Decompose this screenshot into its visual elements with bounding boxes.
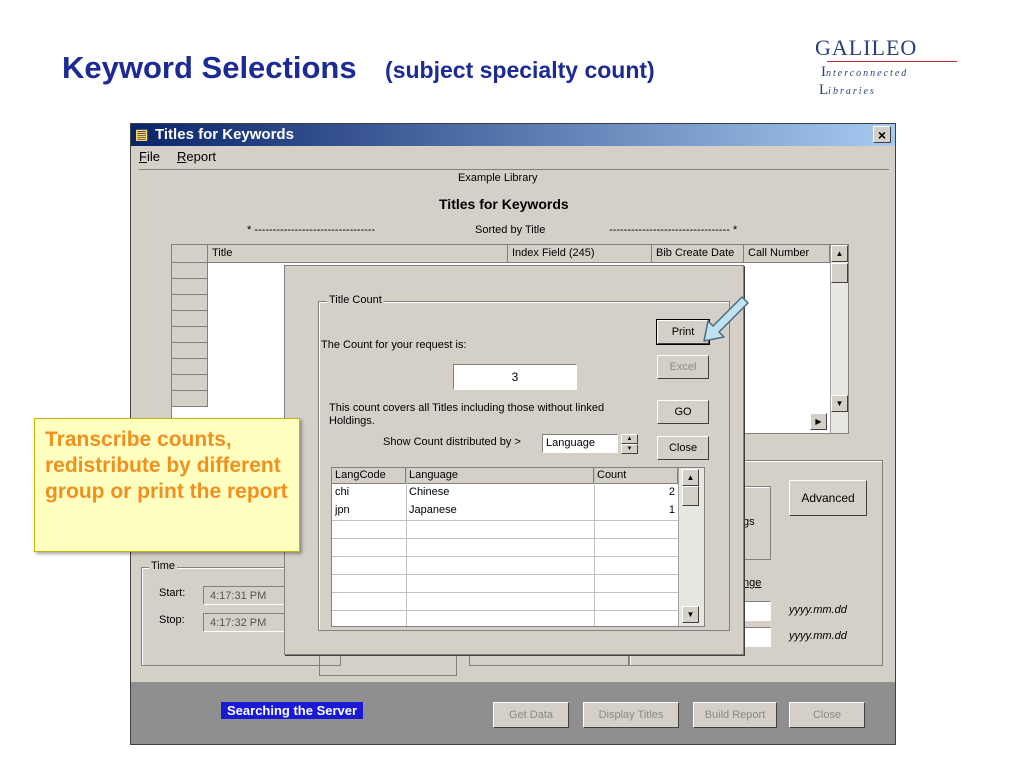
galileo-logo: GALILEO Interconnected Libraries	[815, 35, 965, 98]
scroll-up-icon[interactable]: ▲	[831, 245, 848, 262]
scroll-right-icon[interactable]: ▶	[810, 413, 827, 430]
table-cell-langcode[interactable]: chi	[332, 485, 406, 501]
row-divider	[332, 556, 678, 557]
menu-file[interactable]: File	[139, 149, 160, 164]
excel-button[interactable]: Excel	[657, 355, 709, 379]
sort-decoration-right: --------------------------------- *	[609, 224, 738, 236]
table-cell-count[interactable]: 1	[594, 503, 678, 519]
window-title: Titles for Keywords	[155, 126, 294, 143]
hidden-group-outline	[469, 656, 629, 666]
time-legend: Time	[149, 560, 178, 572]
sort-label: Sorted by Title	[475, 224, 546, 236]
table-vertical-scrollbar[interactable]: ▲ ▼	[678, 468, 704, 626]
build-report-button[interactable]: Build Report	[693, 702, 777, 728]
row-header[interactable]	[172, 391, 208, 407]
go-button[interactable]: GO	[657, 400, 709, 424]
date-range-link[interactable]: nge	[743, 577, 761, 589]
annotation-callout: Transcribe counts, redistribute by diffe…	[34, 418, 300, 552]
logo-rule	[827, 61, 957, 62]
row-divider	[332, 538, 678, 539]
row-divider	[332, 520, 678, 521]
start-time-field: 4:17:31 PM	[203, 586, 287, 605]
distribute-by-field[interactable]: Language	[542, 434, 618, 453]
title-count-legend: Title Count	[327, 294, 384, 306]
distribute-label: Show Count distributed by >	[383, 436, 521, 448]
title-count-dialog: Title Count The Count for your request i…	[284, 265, 744, 655]
report-heading: Titles for Keywords	[439, 196, 569, 212]
library-name: Example Library	[458, 172, 538, 184]
app-icon: ▤	[135, 126, 149, 142]
col-header-index-field[interactable]: Index Field (245)	[508, 245, 652, 263]
end-date-input[interactable]	[743, 627, 771, 647]
get-data-button[interactable]: Get Data	[493, 702, 569, 728]
distribute-by-value: Language	[546, 437, 595, 449]
table-cell-language[interactable]: Japanese	[406, 503, 594, 519]
slide-title-main: Keyword Selections	[62, 50, 357, 85]
scroll-up-icon[interactable]: ▲	[682, 469, 699, 486]
date-format-hint-2: yyyy.mm.dd	[789, 630, 847, 642]
scroll-down-icon[interactable]: ▼	[682, 606, 699, 623]
count-note: This count covers all Titles including t…	[329, 402, 605, 427]
row-header[interactable]	[172, 279, 208, 295]
row-header[interactable]	[172, 311, 208, 327]
dialog-close-button[interactable]: Close	[657, 436, 709, 460]
hidden-group-outline	[319, 656, 457, 676]
logo-line-3: Libraries	[819, 82, 876, 98]
spin-down-icon[interactable]: ▼	[621, 444, 638, 454]
scroll-down-icon[interactable]: ▼	[831, 395, 848, 412]
row-header[interactable]	[172, 375, 208, 391]
table-cell-language[interactable]: Chinese	[406, 485, 594, 501]
row-divider	[332, 592, 678, 593]
menu-bar: File Report	[131, 147, 895, 167]
row-header[interactable]	[172, 327, 208, 343]
count-prompt: The Count for your request is:	[321, 339, 467, 351]
scroll-thumb[interactable]	[682, 486, 699, 506]
start-time-label: Start:	[159, 587, 186, 599]
scroll-thumb[interactable]	[831, 263, 848, 283]
col-header-bib-create-date[interactable]: Bib Create Date	[652, 245, 744, 263]
col-header-title[interactable]: Title	[208, 245, 508, 263]
slide-subtitle: (subject specialty count)	[385, 57, 655, 83]
logo-wordmark: GALILEO	[815, 35, 918, 60]
count-value-field: 3	[453, 364, 577, 390]
col-header-count[interactable]: Count	[594, 468, 678, 484]
close-button[interactable]: Close	[789, 702, 865, 728]
row-divider	[332, 610, 678, 611]
date-format-hint-1: yyyy.mm.dd	[789, 604, 847, 616]
table-cell-langcode[interactable]: jpn	[332, 503, 406, 519]
language-count-table[interactable]: LangCode Language Count chi Chinese 2 jp…	[331, 467, 705, 627]
slide-title: Keyword Selections (subject specialty co…	[62, 50, 655, 86]
spin-up-icon[interactable]: ▲	[621, 434, 638, 444]
window-close-button[interactable]: ×	[873, 126, 891, 143]
start-date-input[interactable]	[743, 601, 771, 621]
col-header-call-number[interactable]: Call Number	[744, 245, 830, 263]
table-cell-count[interactable]: 2	[594, 485, 678, 501]
title-bar[interactable]: ▤ Titles for Keywords ×	[131, 124, 895, 146]
row-divider	[332, 574, 678, 575]
bottom-toolbar: Searching the Server Get Data Display Ti…	[131, 682, 895, 744]
display-titles-button[interactable]: Display Titles	[583, 702, 679, 728]
row-header[interactable]	[172, 343, 208, 359]
logo-line-2: Interconnected	[821, 64, 909, 80]
grid-vertical-scrollbar[interactable]: ▲ ▼	[830, 245, 848, 433]
column-divider	[406, 468, 407, 626]
stop-time-label: Stop:	[159, 614, 185, 626]
status-label: Searching the Server	[221, 702, 364, 719]
col-header-langcode[interactable]: LangCode	[332, 468, 406, 484]
options-partial-label: gs	[743, 516, 755, 528]
menu-report[interactable]: Report	[177, 149, 216, 164]
advanced-button[interactable]: Advanced	[789, 480, 867, 516]
pointer-arrow-icon	[703, 296, 749, 342]
row-header[interactable]	[172, 263, 208, 279]
column-divider	[594, 468, 595, 626]
grid-corner	[172, 245, 208, 263]
row-header[interactable]	[172, 359, 208, 375]
col-header-language[interactable]: Language	[406, 468, 594, 484]
stop-time-field: 4:17:32 PM	[203, 613, 287, 632]
sort-decoration-left: * ---------------------------------	[247, 224, 376, 236]
row-header[interactable]	[172, 295, 208, 311]
